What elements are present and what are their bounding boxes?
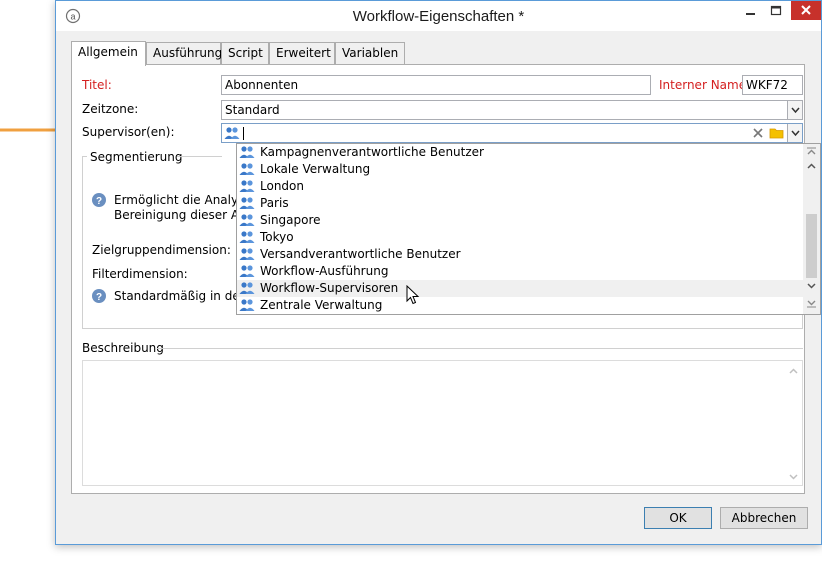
tab-script[interactable]: Script — [221, 42, 269, 64]
description-textarea[interactable] — [82, 360, 803, 486]
internal-name-input[interactable]: WKF72 — [742, 75, 803, 95]
list-item[interactable]: Tokyo — [237, 229, 803, 246]
user-group-icon — [239, 197, 255, 209]
timezone-select[interactable]: Standard — [221, 100, 803, 120]
list-item[interactable]: Workflow-Ausführung — [237, 263, 803, 280]
group-border — [82, 156, 83, 328]
help-icon: ? — [92, 193, 106, 207]
scroll-down-icon[interactable] — [806, 282, 817, 290]
list-item[interactable]: Lokale Verwaltung — [237, 161, 803, 178]
user-group-icon — [239, 214, 255, 226]
svg-text:?: ? — [96, 196, 102, 207]
timezone-value: Standard — [225, 103, 280, 117]
filter-dimension-label: Filterdimension: — [92, 267, 188, 281]
tab-variablen[interactable]: Variablen — [335, 42, 405, 64]
close-icon[interactable] — [791, 1, 821, 20]
window-title: Workflow-Eigenschaften * — [352, 8, 525, 25]
cancel-button[interactable]: Abbrechen — [720, 507, 808, 529]
title-bar[interactable]: a Workflow-Eigenschaften * — [56, 1, 821, 31]
maximize-icon[interactable] — [763, 1, 789, 21]
title-label: Titel: — [82, 78, 112, 92]
list-item[interactable]: Kampagnenverantwortliche Benutzer — [237, 144, 803, 161]
supervisor-dropdown-list[interactable]: Kampagnenverantwortliche Benutzer Lokale… — [236, 143, 821, 315]
tab-ausfuehrung[interactable]: Ausführung — [146, 42, 222, 64]
segmentation-heading: Segmentierung — [90, 150, 183, 164]
user-group-icon — [239, 248, 255, 260]
description-heading: Beschreibung — [82, 341, 164, 355]
help-icon: ? — [92, 289, 106, 303]
timezone-dropdown-button[interactable] — [787, 101, 802, 119]
list-item-hovered[interactable]: Workflow-Supervisoren — [237, 280, 803, 297]
supervisor-dropdown-button[interactable] — [787, 124, 802, 142]
description-divider — [157, 348, 803, 349]
list-item[interactable]: Zentrale Verwaltung — [237, 297, 803, 314]
group-border — [82, 328, 803, 329]
internal-name-label: Interner Name: — [659, 78, 751, 92]
timezone-label: Zeitzone: — [82, 102, 139, 116]
title-input[interactable]: Abonnenten — [221, 75, 651, 95]
tab-allgemein[interactable]: Allgemein — [71, 41, 146, 66]
list-item[interactable]: Versandverantwortliche Benutzer — [237, 246, 803, 263]
user-group-icon — [239, 299, 255, 311]
user-group-icon — [239, 180, 255, 192]
list-item[interactable]: Paris — [237, 195, 803, 212]
folder-icon[interactable] — [769, 126, 784, 140]
supervisor-input[interactable] — [221, 123, 803, 143]
tab-panel-allgemein: Titel: Abonnenten Interner Name: WKF72 Z… — [71, 64, 821, 494]
target-dimension-label: Zielgruppendimension: — [92, 243, 231, 257]
dialog-window: a Workflow-Eigenschaften * Allgemein Aus… — [55, 0, 822, 545]
text-caret — [243, 127, 244, 140]
dropdown-scrollbar[interactable] — [803, 144, 820, 314]
user-group-icon — [239, 231, 255, 243]
scroll-up-icon[interactable] — [806, 162, 817, 170]
user-group-icon — [224, 127, 240, 139]
user-group-icon — [239, 146, 255, 158]
list-item[interactable]: London — [237, 178, 803, 195]
ok-button[interactable]: OK — [644, 507, 712, 529]
minimize-icon[interactable] — [737, 1, 763, 21]
supervisor-label: Supervisor(en): — [82, 125, 175, 139]
scroll-bottom-icon[interactable] — [806, 300, 817, 308]
scroll-top-icon[interactable] — [806, 147, 817, 155]
group-border — [177, 156, 222, 157]
clear-icon[interactable] — [752, 127, 764, 139]
user-group-icon — [239, 282, 255, 294]
mouse-cursor-icon — [406, 285, 420, 305]
scroll-thumb[interactable] — [806, 214, 817, 278]
chevron-down-icon — [791, 130, 800, 137]
user-group-icon — [239, 163, 255, 175]
chevron-down-icon — [791, 107, 800, 114]
description-scrollbar[interactable] — [785, 361, 802, 485]
svg-text:?: ? — [96, 292, 102, 303]
scroll-up-icon[interactable] — [788, 367, 799, 375]
scroll-down-icon[interactable] — [788, 473, 799, 481]
list-item[interactable]: Singapore — [237, 212, 803, 229]
default-setting-text: Standardmäßig in de — [114, 289, 240, 303]
segmentation-help-text-line2: Bereinigung dieser A — [114, 208, 240, 222]
segmentation-help-text-line1: Ermöglicht die Analy — [114, 193, 239, 207]
tab-erweitert[interactable]: Erweitert — [269, 42, 335, 64]
user-group-icon — [239, 265, 255, 277]
